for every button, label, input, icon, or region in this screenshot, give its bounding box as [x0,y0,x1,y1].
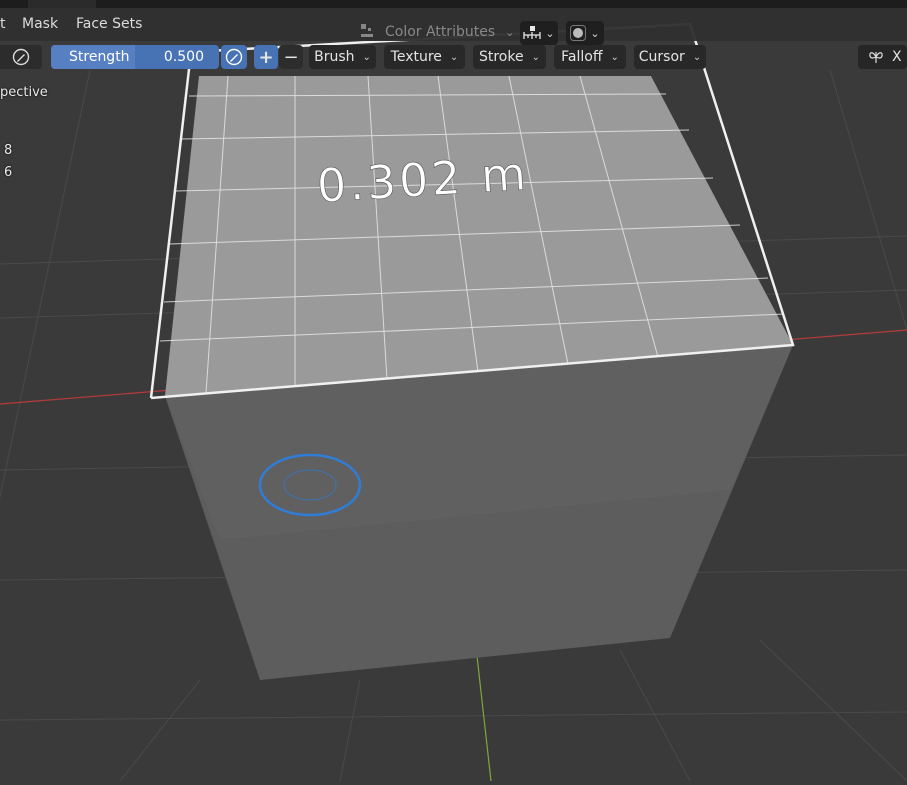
brush-dropdown[interactable]: Brush ⌄ [309,45,376,69]
stats-value-2: 6 [4,165,13,180]
chevron-down-icon: ⌄ [531,51,540,63]
strength-label: Strength [69,49,130,65]
pen-pressure-icon [12,48,30,66]
chevron-down-icon: ⌄ [362,51,371,63]
stats-value-1: 8 [4,143,13,158]
stroke-dropdown[interactable]: Stroke ⌄ [473,45,546,69]
header-menu-bar: t Mask Face Sets Color Attributes ⌄ ⌄ ⌄ [0,8,907,45]
brush-dropdown-label: Brush [314,49,355,65]
symmetry-dropdown[interactable]: ⌄ [520,21,558,45]
color-attributes-label: Color Attributes [385,24,496,40]
color-attributes-icon [359,23,377,41]
falloff-dropdown[interactable]: Falloff ⌄ [554,45,626,69]
active-workspace-tab[interactable] [28,0,96,8]
chevron-down-icon: ⌄ [610,51,619,63]
chevron-down-icon: ⌄ [692,51,702,63]
texture-dropdown[interactable]: Texture ⌄ [384,45,465,69]
view-mode-text: pective [0,85,48,100]
pen-pressure-icon [225,48,243,66]
menu-select[interactable]: t [0,16,6,32]
symmetry-toggle[interactable]: X [858,45,907,69]
stroke-dropdown-label: Stroke [478,49,524,65]
symmetry-icon [523,26,542,39]
strength-value: 0.500 [163,49,204,65]
radius-pressure-button[interactable] [0,45,42,69]
top-strip [0,0,907,8]
cube-top-face[interactable] [165,76,793,396]
symmetry-x-label: X [892,49,902,65]
chevron-down-icon: ⌄ [449,51,459,63]
menu-mask[interactable]: Mask [22,16,58,32]
strength-pressure-button[interactable] [221,45,247,69]
butterfly-icon [869,52,883,63]
texture-dropdown-label: Texture [390,49,442,65]
add-direction-button[interactable]: + [254,45,278,69]
menu-face-sets[interactable]: Face Sets [76,16,142,32]
3d-viewport[interactable]: 0.302 m [0,0,907,782]
color-attributes-dropdown[interactable]: Color Attributes ⌄ [359,21,514,43]
chevron-down-icon: ⌄ [590,26,600,40]
viewport-canvas[interactable]: 0.302 m [0,0,907,782]
chevron-down-icon: ⌄ [505,25,515,39]
shading-dropdown[interactable]: ⌄ [566,21,604,45]
chevron-down-icon: ⌄ [545,26,555,40]
falloff-dropdown-label: Falloff [561,49,603,65]
sphere-icon [570,25,587,41]
subtract-direction-button[interactable]: − [279,45,303,69]
tool-settings-bar: Strength 0.500 + − Brush ⌄ Texture ⌄ Strok… [0,43,907,71]
cursor-dropdown[interactable]: Cursor ⌄ [634,45,706,69]
cursor-dropdown-label: Cursor [638,49,685,65]
strength-slider[interactable]: Strength 0.500 [51,45,219,69]
